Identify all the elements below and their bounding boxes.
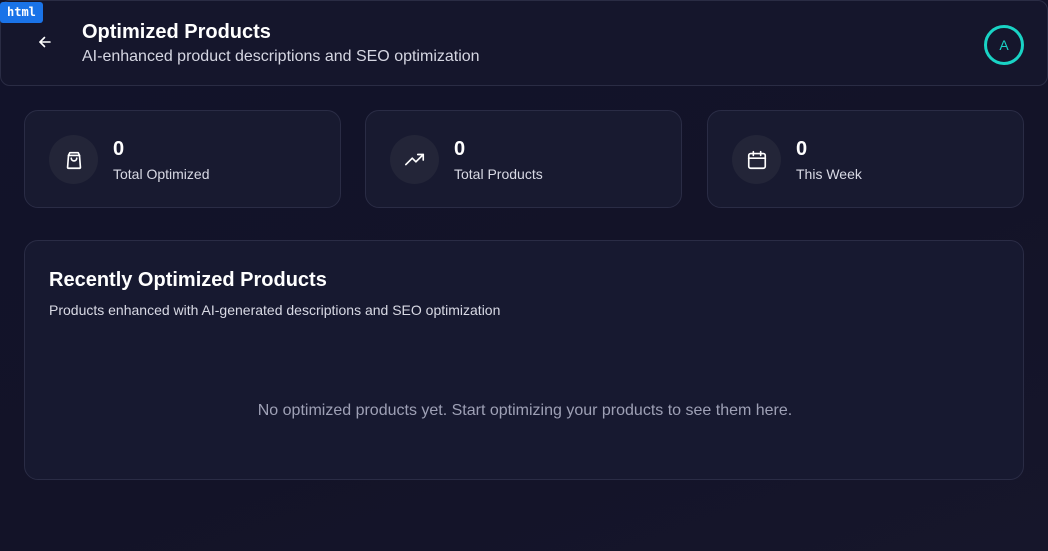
html-badge: html (0, 2, 43, 23)
stat-label: Total Optimized (113, 166, 210, 182)
stat-value: 0 (113, 138, 125, 160)
trending-up-icon (390, 135, 439, 184)
panel-title: Recently Optimized Products (49, 269, 327, 291)
page-header: Optimized Products AI-enhanced product d… (0, 0, 1048, 86)
stat-value: 0 (454, 138, 466, 160)
stat-value: 0 (796, 138, 808, 160)
user-avatar[interactable]: A (984, 25, 1024, 65)
back-button[interactable] (27, 27, 63, 61)
calendar-icon (732, 135, 781, 184)
stat-card-total-products: 0 Total Products (365, 110, 682, 208)
stat-card-this-week: 0 This Week (707, 110, 1024, 208)
empty-state-message: No optimized products yet. Start optimiz… (257, 402, 793, 419)
arrow-left-icon (38, 35, 52, 54)
page-title: Optimized Products (82, 21, 271, 43)
recent-products-panel: Recently Optimized Products Products enh… (24, 240, 1024, 480)
shopping-bag-icon (49, 135, 98, 184)
page-subtitle: AI-enhanced product descriptions and SEO… (82, 48, 480, 65)
stat-label: This Week (796, 166, 862, 182)
panel-subtitle: Products enhanced with AI-generated desc… (49, 302, 501, 318)
stat-label: Total Products (454, 166, 543, 182)
stat-card-total-optimized: 0 Total Optimized (24, 110, 341, 208)
